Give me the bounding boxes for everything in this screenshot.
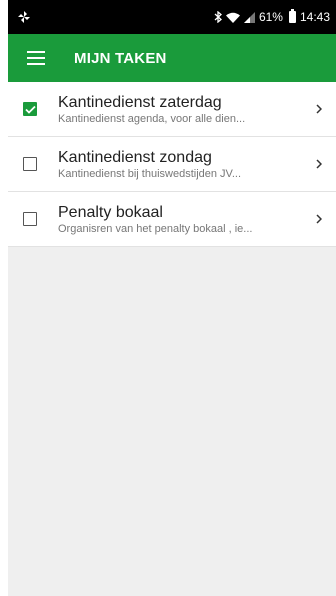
task-title: Penalty bokaal (58, 203, 163, 221)
bluetooth-icon (214, 11, 222, 23)
battery-text: 61% (258, 10, 283, 24)
signal-icon (243, 11, 255, 23)
task-item[interactable]: Penalty bokaal Organisren van het penalt… (8, 192, 336, 247)
task-text: Kantinedienst zondag Kantinedienst bij t… (52, 148, 302, 181)
task-description: Kantinedienst agenda, voor alle dien... (58, 112, 246, 125)
status-bar: 61% 14:43 (8, 0, 336, 34)
task-description: Organisren van het penalty bokaal , ie..… (58, 222, 253, 235)
checkbox-wrap (8, 102, 52, 116)
task-text: Kantinedienst zaterdag Kantinedienst age… (52, 93, 302, 126)
checkbox-wrap (8, 212, 52, 226)
content-area: Kantinedienst zaterdag Kantinedienst age… (8, 82, 336, 596)
chevron-right-icon[interactable] (302, 214, 336, 224)
task-checkbox[interactable] (23, 212, 37, 226)
task-item[interactable]: Kantinedienst zondag Kantinedienst bij t… (8, 137, 336, 192)
task-checkbox[interactable] (23, 102, 37, 116)
battery-icon (288, 9, 296, 23)
task-item[interactable]: Kantinedienst zaterdag Kantinedienst age… (8, 82, 336, 137)
task-list: Kantinedienst zaterdag Kantinedienst age… (8, 82, 336, 247)
pinwheel-icon (18, 11, 30, 23)
menu-icon[interactable] (8, 34, 64, 82)
app-bar: MIJN TAKEN (8, 34, 336, 82)
check-icon (24, 105, 36, 114)
chevron-right-icon[interactable] (302, 159, 336, 169)
task-title: Kantinedienst zaterdag (58, 93, 222, 111)
checkbox-wrap (8, 157, 52, 171)
task-text: Penalty bokaal Organisren van het penalt… (52, 203, 302, 236)
wifi-icon (225, 12, 240, 23)
status-left (18, 11, 30, 23)
clock: 14:43 (299, 10, 330, 24)
chevron-right-icon[interactable] (302, 104, 336, 114)
page-title: MIJN TAKEN (74, 49, 167, 67)
task-checkbox[interactable] (23, 157, 37, 171)
task-title: Kantinedienst zondag (58, 148, 212, 166)
status-right: 61% 14:43 (214, 9, 330, 24)
task-description: Kantinedienst bij thuiswedstijden JV... (58, 167, 242, 180)
